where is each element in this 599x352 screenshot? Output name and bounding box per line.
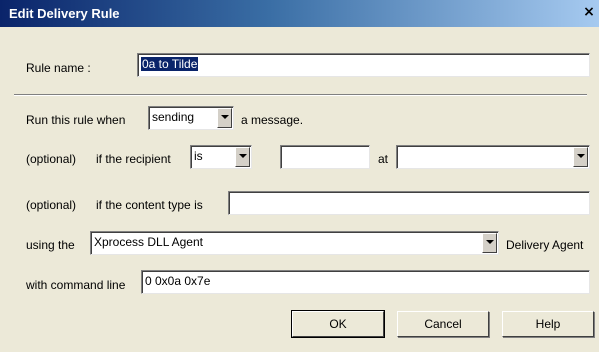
rule-name-value: 0a to Tilde: [141, 57, 199, 71]
run-when-suffix: a message.: [241, 113, 304, 127]
agent-select[interactable]: Xprocess DLL Agent: [90, 231, 499, 255]
content-type-optional-label: (optional): [26, 198, 77, 212]
chevron-down-icon[interactable]: [573, 147, 588, 167]
close-icon[interactable]: ×: [581, 4, 597, 20]
at-label: at: [378, 152, 389, 166]
domain-select[interactable]: [396, 145, 590, 169]
trigger-value: sending: [152, 110, 195, 124]
recipient-optional-label: (optional): [26, 152, 77, 166]
recipient-input[interactable]: [280, 145, 370, 169]
ok-button[interactable]: OK: [291, 310, 385, 338]
agent-label: using the: [26, 238, 75, 252]
chevron-down-icon[interactable]: [217, 108, 232, 128]
command-line-input[interactable]: 0 0x0a 0x7e: [141, 270, 590, 294]
command-line-label: with command line: [26, 278, 126, 292]
recipient-operator-select[interactable]: is: [190, 145, 252, 169]
separator: [14, 94, 587, 96]
content-type-label: if the content type is: [96, 198, 203, 212]
agent-suffix: Delivery Agent: [506, 238, 584, 252]
trigger-select[interactable]: sending: [148, 106, 234, 130]
title-bar: Edit Delivery Rule ×: [0, 0, 599, 27]
run-when-label: Run this rule when: [26, 113, 126, 127]
content-type-input[interactable]: [228, 191, 590, 215]
chevron-down-icon[interactable]: [235, 147, 250, 167]
window-title: Edit Delivery Rule: [9, 6, 120, 21]
help-button[interactable]: Help: [502, 311, 594, 337]
agent-value: Xprocess DLL Agent: [94, 235, 203, 249]
rule-name-label: Rule name :: [26, 61, 91, 75]
cancel-button[interactable]: Cancel: [397, 311, 489, 337]
recipient-operator-value: is: [194, 149, 203, 163]
rule-name-input[interactable]: 0a to Tilde: [137, 53, 590, 77]
recipient-label: if the recipient: [96, 152, 171, 166]
command-line-value: 0 0x0a 0x7e: [145, 274, 211, 288]
chevron-down-icon[interactable]: [482, 233, 497, 253]
